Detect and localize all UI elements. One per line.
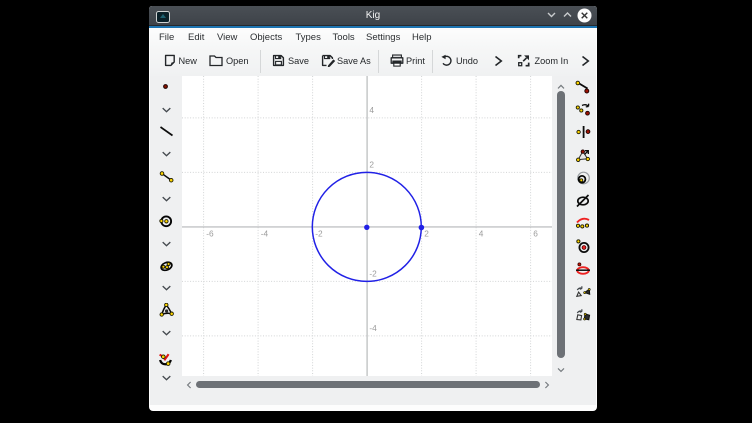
svg-text:-4: -4: [369, 323, 377, 333]
svg-text:2: 2: [369, 160, 374, 170]
svg-text:4: 4: [479, 229, 484, 239]
svg-text:-2: -2: [369, 269, 377, 279]
svg-text:6: 6: [533, 229, 538, 239]
svg-text:4: 4: [369, 105, 374, 115]
svg-text:-4: -4: [261, 229, 269, 239]
svg-text:2: 2: [424, 229, 429, 239]
svg-text:-6: -6: [206, 229, 214, 239]
svg-text:-2: -2: [315, 229, 323, 239]
